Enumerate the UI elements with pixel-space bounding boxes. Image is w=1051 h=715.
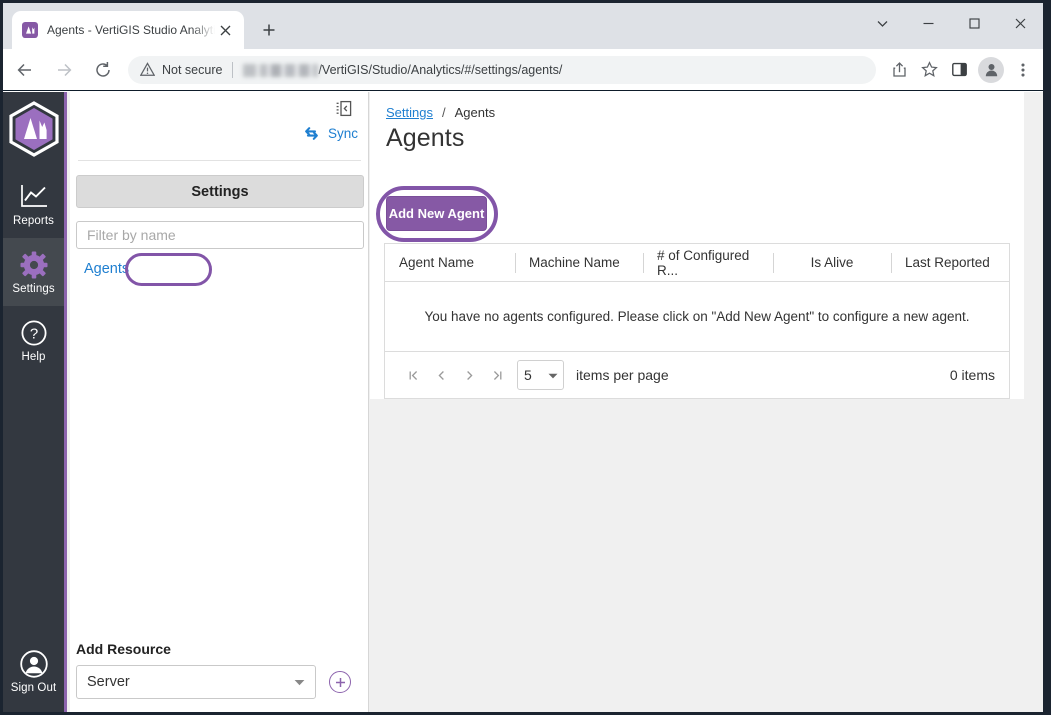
panel-divider: [78, 160, 361, 161]
sidebar-item-label: Reports: [13, 215, 54, 227]
add-resource-label: Add Resource: [76, 641, 364, 657]
grid-empty-message: You have no agents configured. Please cl…: [385, 282, 1009, 352]
sidebar-item-label: Sign Out: [11, 682, 57, 694]
user-circle-icon: [19, 649, 49, 679]
sidebar-item-settings[interactable]: Settings: [3, 238, 64, 306]
breadcrumb-current: Agents: [455, 105, 495, 120]
vertigis-analytics-favicon: [21, 22, 38, 39]
first-page-icon[interactable]: [399, 361, 427, 389]
page-title: Agents: [386, 124, 464, 153]
column-header-last-reported[interactable]: Last Reported: [891, 244, 1009, 281]
sidebar-item-help[interactable]: ? Help: [3, 306, 64, 374]
chevron-down-icon: [294, 673, 305, 691]
star-icon[interactable]: [914, 55, 944, 85]
chevron-down-icon: [548, 366, 558, 384]
security-status-text: Not secure: [162, 63, 222, 77]
address-bar[interactable]: Not secure /VertiGIS/Studio/Analytics/#/…: [128, 56, 876, 84]
breadcrumb-separator: /: [442, 105, 446, 120]
browser-tab-strip: Agents - VertiGIS Studio Analytics: [3, 3, 1043, 49]
line-chart-icon: [19, 182, 49, 212]
app-sidebar: Reports: [3, 92, 67, 712]
share-icon[interactable]: [884, 55, 914, 85]
pager-total-items: 0 items: [950, 367, 995, 383]
last-page-icon[interactable]: [483, 361, 511, 389]
url-host-redacted: [243, 64, 318, 77]
browser-tab[interactable]: Agents - VertiGIS Studio Analytics: [12, 11, 244, 49]
back-arrow-icon[interactable]: [8, 53, 42, 87]
forward-arrow-icon[interactable]: [47, 53, 81, 87]
main-content: Settings / Agents Agents Add New Agent A…: [370, 92, 1030, 712]
side-panel-icon[interactable]: [944, 55, 974, 85]
sync-arrows-icon: [303, 125, 320, 142]
window-frame: Agents - VertiGIS Studio Analytics: [0, 0, 1051, 715]
column-header-configured-resources[interactable]: # of Configured R...: [643, 244, 773, 281]
next-page-icon[interactable]: [455, 361, 483, 389]
close-icon[interactable]: [215, 20, 235, 40]
settings-section-button[interactable]: Settings: [76, 175, 364, 208]
sidebar-item-sign-out[interactable]: Sign Out: [3, 638, 64, 704]
omnibox-divider: [232, 62, 233, 78]
collapse-panel-icon[interactable]: [330, 95, 356, 121]
breadcrumb: Settings / Agents: [386, 105, 495, 120]
browser-tab-title: Agents - VertiGIS Studio Analytics: [47, 23, 215, 37]
sidebar-item-label: Help: [21, 351, 45, 363]
page-size-select[interactable]: 5: [517, 360, 564, 390]
items-per-page-label: items per page: [576, 367, 669, 383]
column-header-is-alive[interactable]: Is Alive: [773, 244, 891, 281]
sidebar-item-reports[interactable]: Reports: [3, 170, 64, 238]
sync-button[interactable]: Sync: [303, 122, 358, 144]
page-size-value: 5: [524, 367, 532, 383]
not-secure-warning-icon[interactable]: [140, 62, 155, 77]
add-resource-section: Add Resource Server: [76, 641, 364, 699]
agents-grid: Agent Name Machine Name # of Configured …: [384, 243, 1010, 399]
sidebar-item-label: Settings: [12, 283, 54, 295]
browser-window: Agents - VertiGIS Studio Analytics: [3, 3, 1043, 712]
sidebar-item-label: Agents: [84, 261, 129, 277]
maximize-icon[interactable]: [951, 3, 997, 43]
reload-icon[interactable]: [86, 53, 120, 87]
previous-page-icon[interactable]: [427, 361, 455, 389]
sidebar-item-agents[interactable]: Agents: [70, 255, 369, 283]
question-mark-circle-icon: ?: [20, 318, 48, 348]
content-card: Settings / Agents Agents Add New Agent A…: [370, 92, 1024, 399]
browser-toolbar: Not secure /VertiGIS/Studio/Analytics/#/…: [3, 49, 1043, 91]
new-tab-button[interactable]: [255, 16, 283, 44]
resource-type-select[interactable]: Server: [76, 665, 316, 699]
close-icon[interactable]: [997, 3, 1043, 43]
minimize-icon[interactable]: [905, 3, 951, 43]
add-new-agent-button[interactable]: Add New Agent: [386, 196, 487, 231]
sync-label: Sync: [328, 126, 358, 141]
filter-input[interactable]: [76, 221, 364, 249]
svg-text:?: ?: [29, 325, 37, 342]
add-resource-row: Server: [76, 665, 364, 699]
gear-icon: [20, 250, 48, 280]
url-path-text: /VertiGIS/Studio/Analytics/#/settings/ag…: [318, 63, 562, 77]
grid-header-row: Agent Name Machine Name # of Configured …: [385, 244, 1009, 282]
plus-circle-icon[interactable]: [329, 671, 351, 693]
settings-left-panel: Sync Settings Agents Add Resource Server: [70, 92, 369, 712]
column-header-agent-name[interactable]: Agent Name: [385, 244, 515, 281]
profile-avatar-icon[interactable]: [978, 57, 1004, 83]
resource-type-value: Server: [87, 674, 130, 690]
chevron-down-icon[interactable]: [859, 3, 905, 43]
settings-tree-list: Agents: [70, 255, 369, 283]
three-dot-menu-icon[interactable]: [1008, 55, 1038, 85]
grid-pager: 5 items per page 0 items: [385, 352, 1009, 398]
column-header-machine-name[interactable]: Machine Name: [515, 244, 643, 281]
window-controls: [859, 3, 1043, 43]
breadcrumb-link-settings[interactable]: Settings: [386, 105, 433, 120]
vertigis-analytics-logo: [3, 96, 64, 162]
plus-icon: [262, 23, 276, 37]
page-viewport: Reports: [3, 92, 1043, 712]
